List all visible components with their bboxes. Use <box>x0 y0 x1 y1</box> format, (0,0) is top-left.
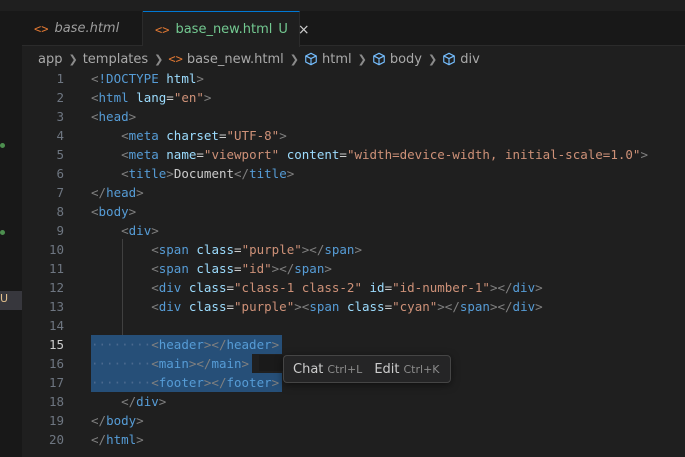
code-line[interactable]: 6 <title>Document</title> <box>22 164 685 183</box>
symbol-cube-icon <box>304 52 318 66</box>
line-number: 10 <box>48 242 64 257</box>
code-line[interactable]: 7 </head> <box>22 183 685 202</box>
code-text: ········<main></main> <box>91 356 250 371</box>
code-text: <head> <box>91 109 137 124</box>
line-number: 15 <box>48 337 64 352</box>
selection-action-handle <box>259 355 283 371</box>
git-status-dot <box>0 143 5 148</box>
html-file-icon: <> <box>168 52 183 66</box>
line-number: 14 <box>48 318 64 333</box>
chevron-right-icon: ❯ <box>154 52 164 66</box>
code-text: <title>Document</title> <box>121 166 295 181</box>
chat-label: Chat <box>293 361 324 377</box>
breadcrumb-item-body[interactable]: body <box>390 52 422 67</box>
line-number: 2 <box>56 90 64 105</box>
code-line[interactable]: 3 <head> <box>22 107 685 126</box>
code-line[interactable]: 1 <!DOCTYPE html> <box>22 69 685 88</box>
code-text: <html lang="en"> <box>91 90 212 105</box>
code-text: <span class="purple"></span> <box>151 242 362 257</box>
editor-tab-bar: <> base.html <> base_new.html U × <box>22 11 685 47</box>
chevron-right-icon: ❯ <box>427 52 438 66</box>
line-number: 6 <box>56 166 64 181</box>
code-text: <body> <box>91 204 137 219</box>
tab-base-new-html[interactable]: <> base_new.html U × <box>143 11 310 47</box>
code-text: <span class="id"></span> <box>151 261 332 276</box>
breadcrumb: app ❯ templates ❯ <> base_new.html ❯ htm… <box>38 48 480 70</box>
code-line[interactable]: 15 ········<header></header> <box>22 335 685 354</box>
code-text: </head> <box>91 185 144 200</box>
tab-label: base.html <box>54 21 120 36</box>
html-file-icon: <> <box>34 21 49 36</box>
line-number: 20 <box>48 432 64 447</box>
code-text: ········<header></header> <box>91 337 280 352</box>
edit-shortcut: Ctrl+K <box>403 362 440 376</box>
git-status-dot <box>0 230 5 235</box>
symbol-cube-icon <box>372 52 386 66</box>
code-line[interactable]: 19 </body> <box>22 411 685 430</box>
line-number: 16 <box>48 356 64 371</box>
tab-base-html[interactable]: <> base.html <box>22 11 143 46</box>
line-number: 7 <box>56 185 64 200</box>
line-number: 1 <box>56 71 64 86</box>
breadcrumb-item-app[interactable]: app <box>38 52 62 67</box>
code-line[interactable]: 5 <meta name="viewport" content="width=d… <box>22 145 685 164</box>
breadcrumb-item-div[interactable]: div <box>460 52 480 67</box>
edit-label: Edit <box>374 361 400 377</box>
line-number: 17 <box>48 375 64 390</box>
code-text: <div class="purple"><span class="cyan"><… <box>151 299 543 314</box>
code-text: ········<footer></footer> <box>91 375 280 390</box>
symbol-cube-icon <box>442 52 456 66</box>
line-number: 8 <box>56 204 64 219</box>
explorer-selected-item[interactable]: U <box>0 291 22 310</box>
code-text: <div> <box>121 223 159 238</box>
code-line[interactable]: 20 </html> <box>22 430 685 449</box>
html-file-icon: <> <box>155 22 170 37</box>
untracked-badge: U <box>278 22 288 37</box>
code-text: <meta charset="UTF-8"> <box>121 128 287 143</box>
code-line[interactable]: 12 <div class="class-1 class-2" id="id-n… <box>22 278 685 297</box>
tab-label: base_new.html <box>175 22 273 37</box>
code-line[interactable]: 18 </div> <box>22 392 685 411</box>
chevron-right-icon: ❯ <box>289 52 299 66</box>
line-number: 5 <box>56 147 64 162</box>
code-line[interactable]: 4 <meta charset="UTF-8"> <box>22 126 685 145</box>
line-number: 18 <box>48 394 64 409</box>
code-line[interactable]: 10 <span class="purple"></span> <box>22 240 685 259</box>
code-text: <!DOCTYPE html> <box>91 71 204 86</box>
code-text: </div> <box>121 394 167 409</box>
chevron-right-icon: ❯ <box>68 52 78 66</box>
code-text: <div class="class-1 class-2" id="id-numb… <box>151 280 543 295</box>
code-text: <meta name="viewport" content="width=dev… <box>121 147 648 162</box>
line-number: 19 <box>48 413 64 428</box>
breadcrumb-item-html[interactable]: html <box>322 52 352 67</box>
code-line[interactable]: 8 <body> <box>22 202 685 221</box>
untracked-marker: U <box>0 292 9 305</box>
code-line[interactable]: 11 <span class="id"></span> <box>22 259 685 278</box>
close-icon[interactable]: × <box>298 22 310 38</box>
chevron-right-icon: ❯ <box>357 52 367 66</box>
inline-chat-popup: Chat Ctrl+L Edit Ctrl+K <box>283 355 451 383</box>
edit-action[interactable]: Edit Ctrl+K <box>374 362 439 377</box>
line-number: 9 <box>56 223 64 238</box>
code-editor[interactable]: 1 <!DOCTYPE html> 2 <html lang="en"> 3 <head>… <box>22 68 685 457</box>
breadcrumb-item-file[interactable]: base_new.html <box>187 52 284 67</box>
line-number: 12 <box>48 280 64 295</box>
chat-shortcut: Ctrl+L <box>327 362 363 376</box>
line-number: 3 <box>56 109 64 124</box>
code-line[interactable]: 13 <div class="purple"><span class="cyan… <box>22 297 685 316</box>
chat-action[interactable]: Chat Ctrl+L <box>293 362 362 377</box>
line-number: 13 <box>48 299 64 314</box>
title-bar-corner <box>0 0 22 11</box>
line-number: 11 <box>48 261 64 276</box>
code-text: </html> <box>91 432 144 447</box>
breadcrumb-item-templates[interactable]: templates <box>83 52 148 67</box>
activity-strip: U <box>0 0 22 457</box>
code-line[interactable]: 14 <box>22 316 685 335</box>
code-text: </body> <box>91 413 144 428</box>
code-line[interactable]: 9 <div> <box>22 221 685 240</box>
code-line[interactable]: 2 <html lang="en"> <box>22 88 685 107</box>
line-number: 4 <box>56 128 64 143</box>
